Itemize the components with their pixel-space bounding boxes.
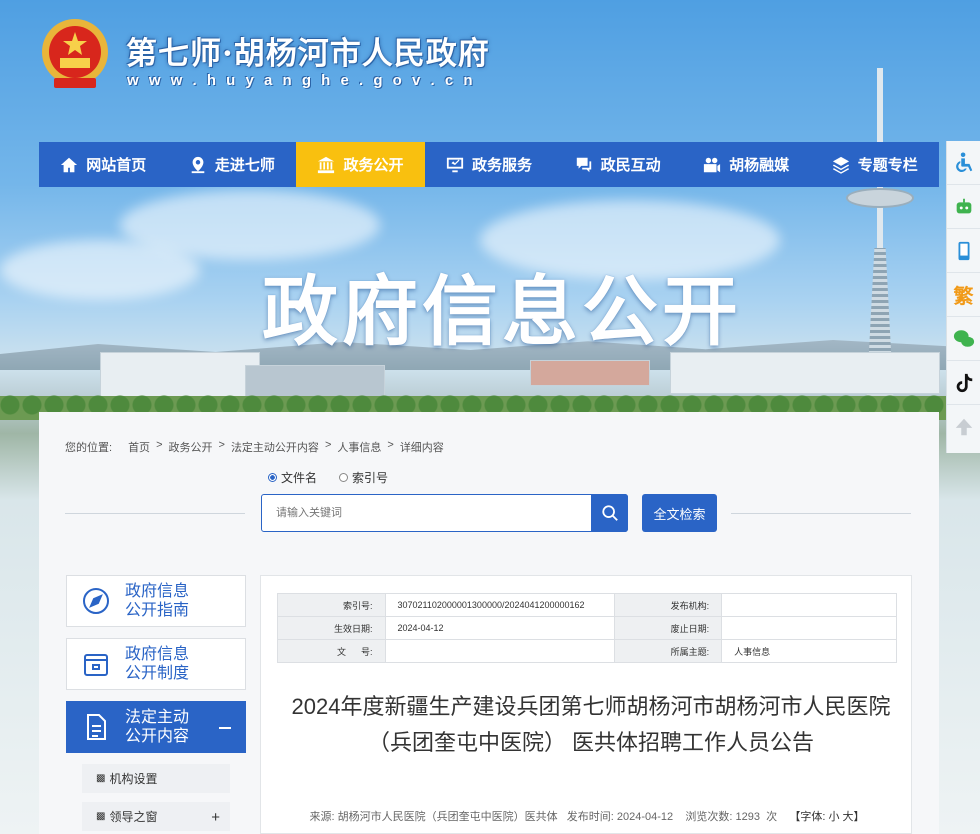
compass-icon: [83, 588, 109, 614]
mobile-button[interactable]: [947, 229, 980, 273]
accessibility-button[interactable]: [947, 141, 980, 185]
search-box: [261, 494, 628, 532]
submenu-org-setup[interactable]: ▩ 机构设置: [82, 764, 230, 793]
mobile-icon: [958, 241, 969, 260]
effective-date: 2024-04-12: [384, 616, 615, 640]
site-title: 第七师·胡杨河市人民政府: [126, 36, 490, 72]
nav-about[interactable]: 走进七师: [168, 142, 297, 187]
publish-time: 2024-04-12: [616, 811, 674, 823]
submenu-leaders[interactable]: ▩ 领导之窗 +: [82, 802, 230, 831]
doc-small-icon: ▩: [96, 773, 106, 784]
nav-label: 政务服务: [472, 157, 533, 174]
breadcrumb-link[interactable]: 人事信息: [337, 439, 381, 455]
nav-special[interactable]: 专题专栏: [810, 142, 939, 187]
divider: [731, 513, 911, 514]
search-icon: [601, 505, 618, 521]
national-emblem-icon: [40, 18, 110, 92]
tiktok-button[interactable]: [947, 361, 980, 405]
home-icon: [61, 157, 78, 172]
font-small-button[interactable]: 小: [828, 811, 839, 823]
article-title: 2024年度新疆生产建设兵团第七师胡杨河市胡杨河市人民医院（兵团奎屯中医院） 医…: [291, 694, 891, 755]
nav-label: 胡杨融媒: [729, 157, 790, 174]
nav-media[interactable]: 胡杨融媒: [682, 142, 811, 187]
nav-home[interactable]: 网站首页: [39, 142, 168, 187]
traditional-chinese-button[interactable]: 繁: [947, 273, 980, 317]
floating-toolbar: 繁: [946, 141, 980, 453]
nav-label: 政民互动: [600, 157, 661, 174]
nav-gov-affairs[interactable]: 政务公开: [296, 142, 425, 187]
document-icon: [87, 714, 106, 740]
tiktok-icon: [956, 373, 972, 392]
tv-tower: [846, 68, 914, 408]
nav-gov-services[interactable]: 政务服务: [425, 142, 554, 187]
menu-statutory-content[interactable]: 法定主动 公开内容: [66, 701, 246, 753]
nav-label: 政务公开: [343, 157, 404, 174]
radio-filename[interactable]: 文件名: [268, 469, 317, 486]
back-to-top-button[interactable]: [947, 405, 980, 449]
radio-index-number[interactable]: 索引号: [339, 469, 388, 486]
breadcrumb-link[interactable]: 政务公开: [169, 439, 213, 455]
article-info: 来源: 胡杨河市人民医院（兵团奎屯中医院）医共体 发布时间: 2024-04-1…: [309, 811, 865, 823]
government-building-icon: [318, 156, 335, 173]
breadcrumb-link[interactable]: 首页: [128, 439, 150, 455]
media-camera-icon: [704, 157, 721, 172]
nav-label: 专题专栏: [857, 157, 918, 174]
wechat-icon: [953, 329, 974, 347]
left-menu: 政府信息 公开指南 政府信息 公开制度 法定主动 公开内容 ▩ 机构设置 ▩ 领导之窗…: [66, 575, 246, 834]
topic-value: 人事信息: [721, 639, 897, 663]
robot-icon: [956, 198, 971, 213]
expand-icon[interactable]: +: [211, 809, 220, 826]
monitor-check-icon: [446, 157, 464, 172]
chat-icon: [576, 157, 591, 172]
folder-icon: [84, 654, 108, 676]
breadcrumb-current: 详细内容: [399, 442, 444, 454]
site-url: w w w . h u y a n g h e . g o v . c n: [127, 72, 476, 89]
menu-disclosure-guide[interactable]: 政府信息 公开指南: [66, 575, 246, 627]
main-nav: 网站首页 走进七师 政务公开 政务服务 政民互动 胡杨融媒 专题专栏: [39, 142, 939, 187]
article-panel: 索引号: 307021102000001300000/2024041200000…: [260, 575, 912, 834]
doc-small-icon: ▩: [96, 811, 106, 822]
index-number: 307021102000001300000/2024041200000162: [384, 593, 615, 617]
accessibility-icon: [955, 151, 972, 172]
source-value: 胡杨河市人民医院（兵团奎屯中医院）医共体: [337, 811, 558, 823]
nav-label: 走进七师: [214, 157, 275, 174]
wechat-button[interactable]: [947, 317, 980, 361]
breadcrumb: 您的位置: 首页 > 政务公开 > 法定主动公开内容 > 人事信息 > 详细内容: [65, 439, 444, 455]
nav-interaction[interactable]: 政民互动: [553, 142, 682, 187]
font-large-button[interactable]: 大: [843, 811, 854, 823]
collapse-icon[interactable]: [219, 727, 231, 729]
layers-icon: [832, 156, 849, 174]
back-to-top-icon: [955, 418, 972, 436]
search-input[interactable]: [262, 495, 582, 531]
content-area: 您的位置: 首页 > 政务公开 > 法定主动公开内容 > 人事信息 > 详细内容 文件名…: [39, 412, 939, 834]
location-icon: [191, 156, 205, 173]
breadcrumb-link[interactable]: 法定主动公开内容: [231, 439, 319, 455]
fulltext-search-button[interactable]: 全文检索: [642, 494, 717, 532]
banner-title: 政府信息公开: [262, 270, 742, 355]
metadata-table: 索引号: 307021102000001300000/2024041200000…: [277, 593, 897, 663]
breadcrumb-prefix: 您的位置:: [65, 442, 113, 454]
menu-disclosure-system[interactable]: 政府信息 公开制度: [66, 638, 246, 690]
search-button[interactable]: [591, 494, 628, 532]
search-type-radio-group: 文件名 索引号: [268, 469, 388, 486]
view-count: 1293: [735, 811, 760, 823]
divider: [65, 513, 245, 514]
robot-button[interactable]: [947, 185, 980, 229]
nav-label: 网站首页: [86, 157, 147, 174]
